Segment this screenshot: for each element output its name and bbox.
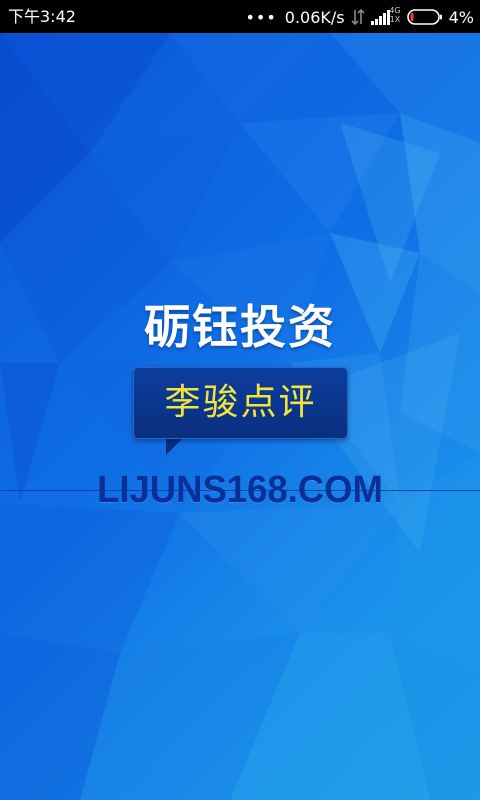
network-type-4g: 4G	[389, 6, 401, 15]
status-bar: 下午3:42 ••• 0.06K/s 4G 1X 4%	[0, 0, 480, 33]
bubble-text: 李骏点评	[164, 382, 317, 423]
brand-title: 砺钰投资	[144, 300, 336, 354]
splash-screen: 砺钰投资 李骏点评 LIJUNS168.COM	[0, 33, 480, 800]
more-dots-icon: •••	[245, 7, 277, 27]
network-speed: 0.06K/s	[284, 7, 345, 27]
status-indicators: ••• 0.06K/s 4G 1X 4%	[245, 6, 474, 27]
network-type-1x: 1X	[389, 15, 401, 24]
data-arrows-icon	[351, 8, 365, 26]
website-url: LIJUNS168.COM	[97, 469, 383, 511]
network-type: 4G 1X	[389, 6, 400, 24]
speech-bubble: 李骏点评	[133, 367, 348, 439]
status-time: 下午3:42	[8, 7, 76, 26]
battery-icon	[406, 9, 442, 25]
signal-group: 4G 1X	[370, 6, 401, 27]
battery-percent: 4%	[448, 7, 474, 27]
